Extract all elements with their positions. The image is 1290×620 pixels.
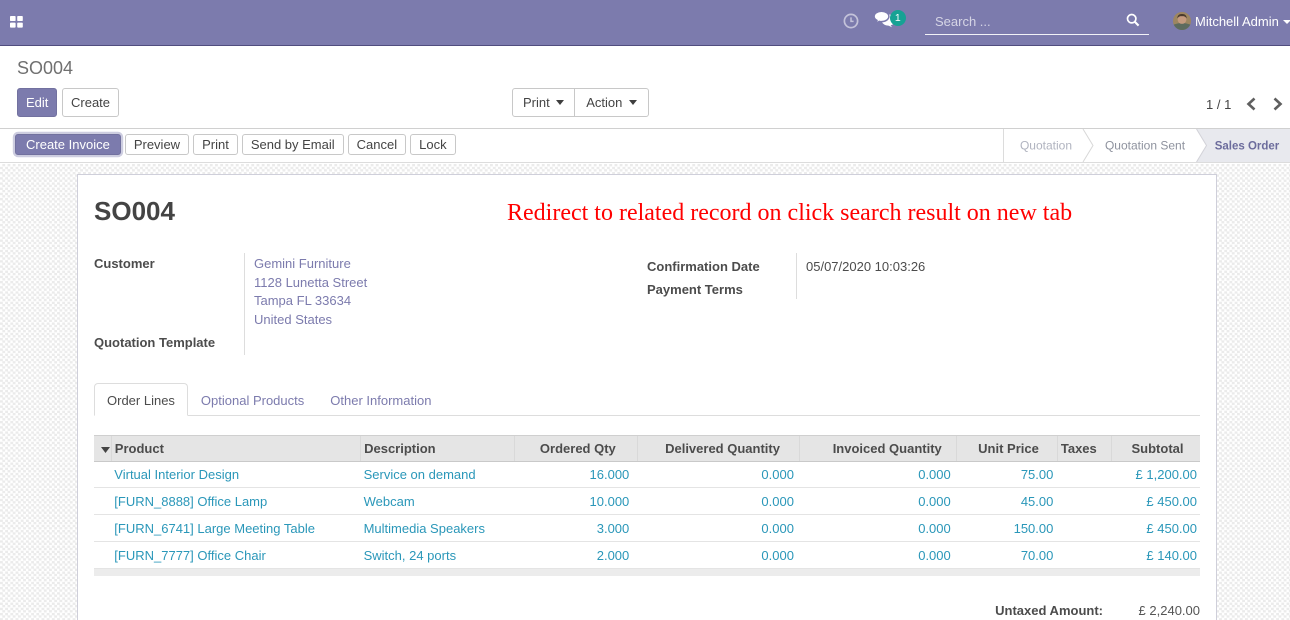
svg-text:Quotation Sent: Quotation Sent [1105, 139, 1186, 153]
svg-text:Quotation: Quotation [1020, 139, 1072, 153]
svg-text:Sales Order: Sales Order [1215, 141, 1280, 153]
